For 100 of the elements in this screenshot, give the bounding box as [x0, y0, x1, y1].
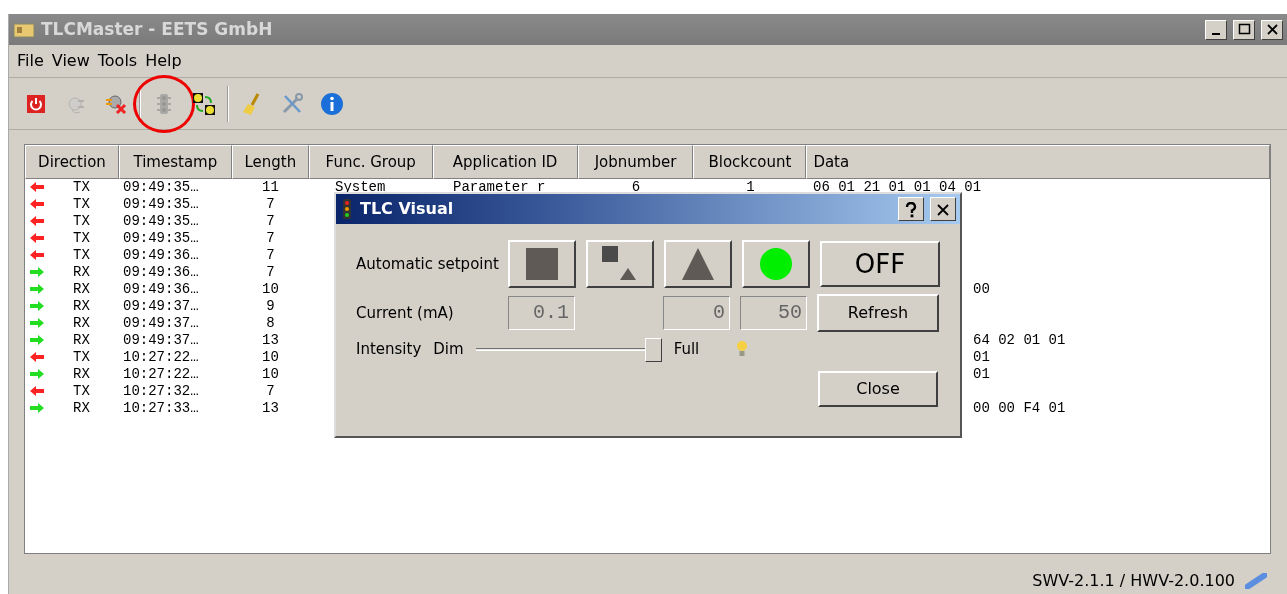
shapes-button[interactable] — [586, 240, 654, 288]
dialog-title: TLC Visual — [360, 198, 455, 220]
swap-icon — [192, 91, 216, 116]
menu-item[interactable]: View — [47, 47, 94, 75]
menu-item[interactable]: Tools — [93, 47, 142, 75]
table-cell: 7 — [266, 264, 275, 280]
table-cell: 10:27:22… — [123, 366, 199, 382]
close-icon — [1264, 22, 1280, 37]
table-cell: 6 — [631, 179, 641, 195]
column-header[interactable]: Func. Group — [308, 145, 433, 179]
right-arrow-icon — [29, 300, 45, 312]
full-label: Full — [673, 339, 700, 360]
table-cell: 8 — [266, 315, 275, 331]
column-header[interactable]: Direction — [25, 145, 119, 179]
table-cell: 7 — [266, 196, 275, 212]
column-header[interactable]: Blockcount — [693, 145, 807, 179]
data-cell: 01 — [973, 366, 990, 382]
traffic-light-icon — [340, 198, 354, 220]
right-arrow-icon — [29, 283, 45, 295]
table-cell: 1 — [746, 179, 755, 195]
triangle-button[interactable] — [664, 240, 732, 288]
table-cell: 10 — [262, 349, 279, 365]
direction-cell: TX — [73, 247, 90, 264]
right-arrow-icon — [29, 334, 45, 346]
table-cell: 09:49:35… — [123, 179, 199, 195]
maximize-icon — [1236, 22, 1252, 37]
dim-label: Dim — [433, 339, 464, 360]
table-cell: 10:27:32… — [123, 383, 199, 399]
tools-icon — [280, 91, 304, 116]
help-button[interactable] — [898, 197, 924, 221]
table-cell: 10 — [262, 366, 279, 382]
direction-cell: RX — [73, 281, 90, 298]
right-arrow-icon — [29, 368, 45, 380]
close-dialog-button[interactable]: Close — [818, 370, 938, 407]
table-cell: Parameter r — [453, 179, 546, 195]
table-cell: 09:49:35… — [123, 196, 199, 212]
table-cell: 7 — [266, 383, 275, 399]
current-display: 50 — [740, 296, 807, 330]
table-cell: 10:27:22… — [123, 349, 199, 365]
column-header[interactable]: Timestamp — [118, 145, 232, 179]
table-cell: 09:49:35… — [123, 230, 199, 246]
direction-cell: TX — [73, 196, 90, 213]
direction-cell: RX — [73, 264, 90, 281]
column-header[interactable]: Data — [806, 145, 1270, 179]
square-button[interactable] — [508, 240, 576, 288]
table-cell: 09:49:36… — [123, 247, 199, 263]
data-cell: 00 — [973, 281, 990, 297]
table-cell: 09:49:37… — [123, 332, 199, 348]
menu-item[interactable]: File — [13, 47, 48, 75]
circle-button[interactable] — [742, 240, 810, 288]
table-cell: 11 — [262, 179, 279, 195]
table-cell: 7 — [266, 213, 275, 229]
table-cell: 09:49:37… — [123, 298, 199, 314]
right-arrow-icon — [29, 266, 45, 278]
column-header[interactable]: Jobnumber — [577, 145, 694, 179]
left-arrow-icon — [29, 385, 45, 397]
maximize-button[interactable] — [1233, 19, 1255, 40]
close-icon — [936, 203, 950, 217]
left-arrow-icon — [29, 232, 45, 244]
close-button[interactable] — [930, 197, 956, 221]
table-cell: 7 — [266, 247, 275, 263]
app-icon — [13, 21, 35, 38]
current-display: 0.1 — [508, 296, 575, 330]
column-header[interactable]: Length — [231, 145, 309, 179]
table-cell: System — [335, 179, 386, 195]
direction-cell: TX — [73, 383, 90, 400]
direction-cell: RX — [73, 315, 90, 332]
left-arrow-icon — [29, 181, 45, 193]
version-text: SWV-2.1.1 / HWV-2.0.100 — [1032, 570, 1235, 592]
table-cell: 13 — [262, 400, 279, 416]
right-arrow-icon — [29, 402, 45, 414]
data-cell: 06 01 21 01 01 04 01 — [813, 179, 982, 195]
table-cell: 10:27:33… — [123, 400, 199, 416]
minimize-button[interactable] — [1205, 19, 1227, 40]
direction-cell: TX — [73, 349, 90, 366]
direction-cell: TX — [73, 179, 90, 196]
direction-cell: RX — [73, 400, 90, 417]
column-header[interactable]: Application ID — [432, 145, 578, 179]
direction-cell: RX — [73, 332, 90, 349]
off-button[interactable]: OFF — [820, 241, 940, 287]
right-arrow-icon — [29, 317, 45, 329]
direction-cell: RX — [73, 366, 90, 383]
data-cell: 00 00 F4 01 — [973, 400, 1066, 416]
table-cell: 13 — [262, 332, 279, 348]
left-arrow-icon — [29, 249, 45, 261]
table-cell: 09:49:36… — [123, 281, 199, 297]
close-button[interactable] — [1261, 19, 1283, 40]
slider-thumb[interactable] — [644, 338, 662, 363]
direction-cell: TX — [73, 213, 90, 230]
light-bulb-icon — [735, 340, 750, 359]
intensity-slider[interactable] — [475, 338, 662, 361]
table-cell: 7 — [266, 230, 275, 246]
refresh-button[interactable]: Refresh — [817, 294, 939, 332]
direction-cell: RX — [73, 298, 90, 315]
table-cell: 09:49:36… — [123, 264, 199, 280]
table-cell: 10 — [262, 281, 279, 297]
left-arrow-icon — [29, 351, 45, 363]
table-cell: 09:49:37… — [123, 315, 199, 331]
menu-item[interactable]: Help — [141, 47, 186, 75]
table-cell: 09:49:35… — [123, 213, 199, 229]
